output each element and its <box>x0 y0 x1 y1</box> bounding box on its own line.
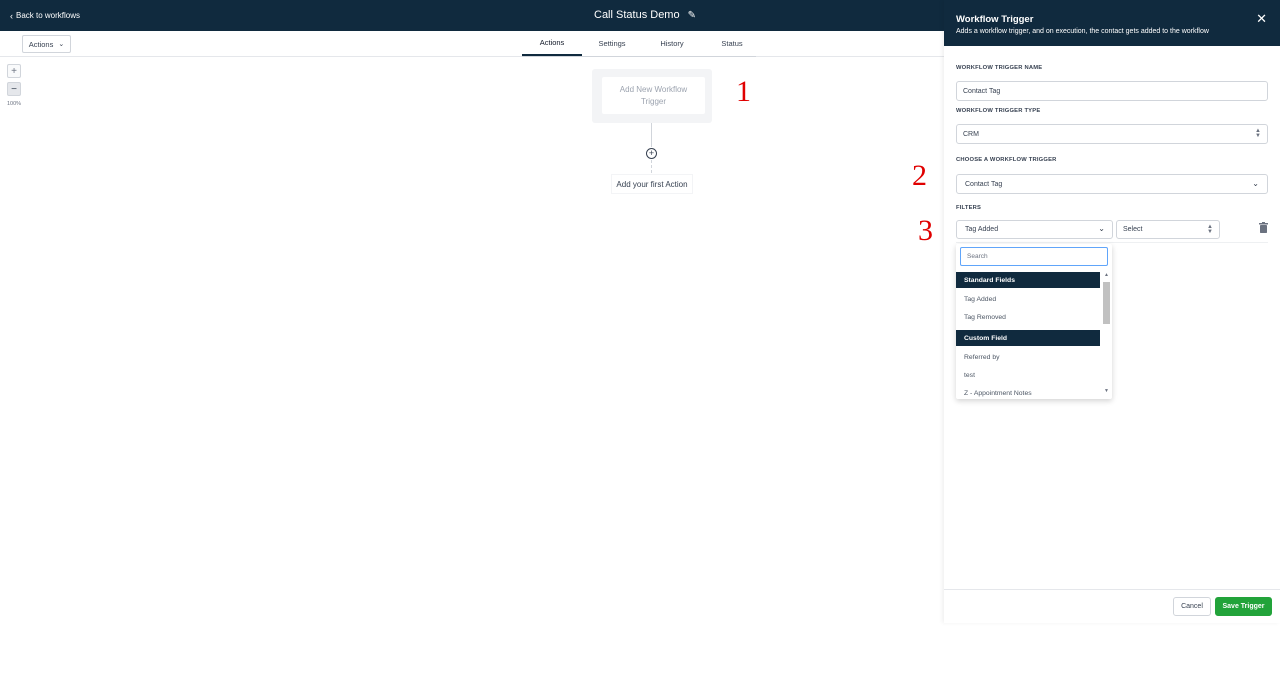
close-icon[interactable]: ✕ <box>1256 11 1267 27</box>
tab-actions[interactable]: Actions <box>522 31 582 56</box>
scroll-down-icon[interactable]: ▼ <box>1104 388 1109 394</box>
top-bar: ‹ Back to workflows Call Status Demo ✎ <box>0 0 944 31</box>
workflow-builder: ‹ Back to workflows Call Status Demo ✎ A… <box>0 0 1280 693</box>
trash-icon[interactable] <box>1259 222 1268 233</box>
footer-divider <box>944 589 1280 590</box>
choose-trigger-value: Contact Tag <box>965 180 1003 188</box>
trigger-type-select[interactable]: CRM ▲ ▼ <box>956 124 1268 144</box>
actions-dropdown-label: Actions <box>28 39 54 49</box>
annotation-1: 1 <box>736 75 751 108</box>
dropdown-group-header: Custom Field <box>956 330 1100 346</box>
tab-history[interactable]: History <box>642 31 702 56</box>
add-trigger-card[interactable]: Add New Workflow Trigger <box>592 69 712 123</box>
dropdown-search-input[interactable] <box>967 253 1107 260</box>
annotation-3: 3 <box>918 214 933 247</box>
updown-arrows-icon: ▲ ▼ <box>1207 224 1213 235</box>
choose-trigger-select[interactable]: Contact Tag ⌄ <box>956 174 1268 194</box>
dropdown-option[interactable]: Referred by <box>956 348 1100 366</box>
workflow-title[interactable]: Call Status Demo ✎ <box>594 9 696 21</box>
dropdown-option[interactable]: Tag Removed <box>956 308 1100 326</box>
cancel-button[interactable]: Cancel <box>1173 597 1211 616</box>
save-trigger-button[interactable]: Save Trigger <box>1215 597 1272 616</box>
filter-field-select[interactable]: Tag Added ⌄ <box>956 220 1113 239</box>
workflow-title-text: Call Status Demo <box>594 9 680 21</box>
trigger-name-label: WORKFLOW TRIGGER NAME <box>956 65 1043 71</box>
trigger-name-input[interactable] <box>963 87 1267 95</box>
back-label: Back to workflows <box>16 11 81 20</box>
scroll-up-icon[interactable]: ▲ <box>1104 272 1109 278</box>
choose-trigger-label: CHOOSE A WORKFLOW TRIGGER <box>956 157 1057 163</box>
filter-field-value: Tag Added <box>965 226 999 233</box>
filters-label: FILTERS <box>956 205 982 211</box>
dropdown-group-header: Standard Fields <box>956 272 1100 288</box>
dropdown-option[interactable]: Z - Appointment Notes <box>956 384 1100 399</box>
scrollbar-thumb[interactable] <box>1103 282 1110 324</box>
dropdown-option[interactable]: test <box>956 366 1100 384</box>
sub-bar: Actions ⌄ Actions Settings History Statu… <box>0 31 944 57</box>
back-to-workflows-link[interactable]: ‹ Back to workflows <box>10 11 80 20</box>
zoom-out-button[interactable]: − <box>7 82 21 96</box>
dropdown-search[interactable] <box>960 247 1108 266</box>
filter-value-placeholder: Select <box>1123 226 1143 233</box>
panel-subtitle: Adds a workflow trigger, and on executio… <box>956 28 1209 35</box>
updown-arrows-icon: ▲ ▼ <box>1255 128 1261 139</box>
trigger-name-field[interactable] <box>956 81 1268 101</box>
filter-field-dropdown: Standard Fields Tag Added Tag Removed Cu… <box>956 244 1112 399</box>
chevron-down-icon: ⌄ <box>58 41 65 48</box>
filter-value-select[interactable]: Select ▲ ▼ <box>1116 220 1220 239</box>
tab-settings[interactable]: Settings <box>582 31 642 56</box>
pencil-icon[interactable]: ✎ <box>688 10 696 21</box>
filter-row-divider <box>956 242 1268 243</box>
zoom-level: 100% <box>7 101 22 107</box>
panel-header: Workflow Trigger Adds a workflow trigger… <box>944 0 1280 46</box>
dropdown-scrollbar[interactable]: ▲ ▼ <box>1103 272 1110 397</box>
chevron-down-icon: ⌄ <box>1098 224 1105 233</box>
actions-dropdown[interactable]: Actions ⌄ <box>22 35 71 53</box>
chevron-left-icon: ‹ <box>10 10 13 21</box>
dropdown-option[interactable]: Tag Added <box>956 290 1100 308</box>
connector-line-dashed <box>651 160 652 173</box>
add-step-plus-icon[interactable]: + <box>646 148 657 159</box>
zoom-in-button[interactable]: + <box>7 64 21 78</box>
workflow-trigger-panel: Workflow Trigger Adds a workflow trigger… <box>944 0 1280 623</box>
connector-line <box>651 123 652 147</box>
trigger-type-value: CRM <box>963 130 979 138</box>
add-trigger-placeholder[interactable]: Add New Workflow Trigger <box>602 77 705 114</box>
chevron-down-icon: ⌄ <box>1252 179 1259 188</box>
tab-status[interactable]: Status <box>702 31 762 56</box>
annotation-2: 2 <box>912 159 927 192</box>
add-first-action-button[interactable]: Add your first Action <box>611 174 693 194</box>
trigger-type-label: WORKFLOW TRIGGER TYPE <box>956 108 1041 114</box>
panel-title: Workflow Trigger <box>956 14 1034 25</box>
dropdown-list: Standard Fields Tag Added Tag Removed Cu… <box>956 272 1100 399</box>
tab-bar: Actions Settings History Status <box>522 31 762 57</box>
